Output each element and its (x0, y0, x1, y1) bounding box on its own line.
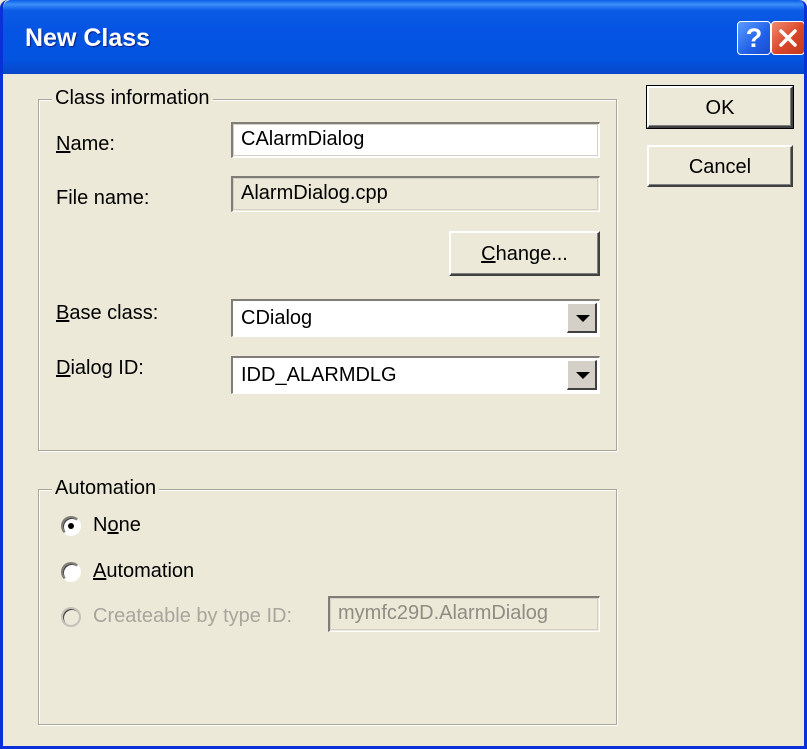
class-information-legend: Class information (52, 87, 213, 110)
dialog-title: New Class (25, 24, 151, 52)
change-button[interactable]: Change... (449, 231, 600, 276)
none-radio-label[interactable]: None (93, 514, 141, 537)
file-name-field: AlarmDialog.cpp (231, 176, 600, 212)
base-class-label: Base class: (56, 302, 159, 324)
dialog-id-label: Dialog ID: (56, 357, 144, 379)
help-button[interactable]: ? (737, 21, 771, 55)
title-bar[interactable]: New Class ? (3, 0, 804, 74)
close-icon (779, 29, 797, 47)
chevron-down-icon[interactable] (567, 303, 597, 333)
dialog-id-select[interactable]: IDD_ALARMDLG (231, 356, 600, 394)
file-name-label: File name: (56, 187, 150, 209)
automation-legend: Automation (52, 477, 160, 500)
dialog-id-value: IDD_ALARMDLG (241, 364, 397, 386)
createable-radio (61, 607, 81, 627)
cancel-button[interactable]: Cancel (647, 145, 793, 187)
new-class-dialog: New Class ? Class information Name: CAla… (0, 0, 807, 749)
createable-radio-label: Createable by type ID: (93, 605, 292, 627)
help-icon: ? (745, 23, 763, 53)
base-class-select[interactable]: CDialog (231, 299, 600, 337)
name-label: Name: (56, 133, 115, 155)
type-id-field: mymfc29D.AlarmDialog (328, 596, 600, 632)
close-button[interactable] (771, 21, 804, 55)
none-radio[interactable] (61, 516, 81, 536)
automation-radio[interactable] (61, 562, 81, 582)
name-input[interactable]: CAlarmDialog (231, 122, 600, 158)
base-class-value: CDialog (241, 307, 313, 329)
chevron-down-icon[interactable] (567, 360, 597, 390)
ok-button[interactable]: OK (646, 85, 794, 129)
automation-radio-label[interactable]: Automation (93, 560, 194, 583)
